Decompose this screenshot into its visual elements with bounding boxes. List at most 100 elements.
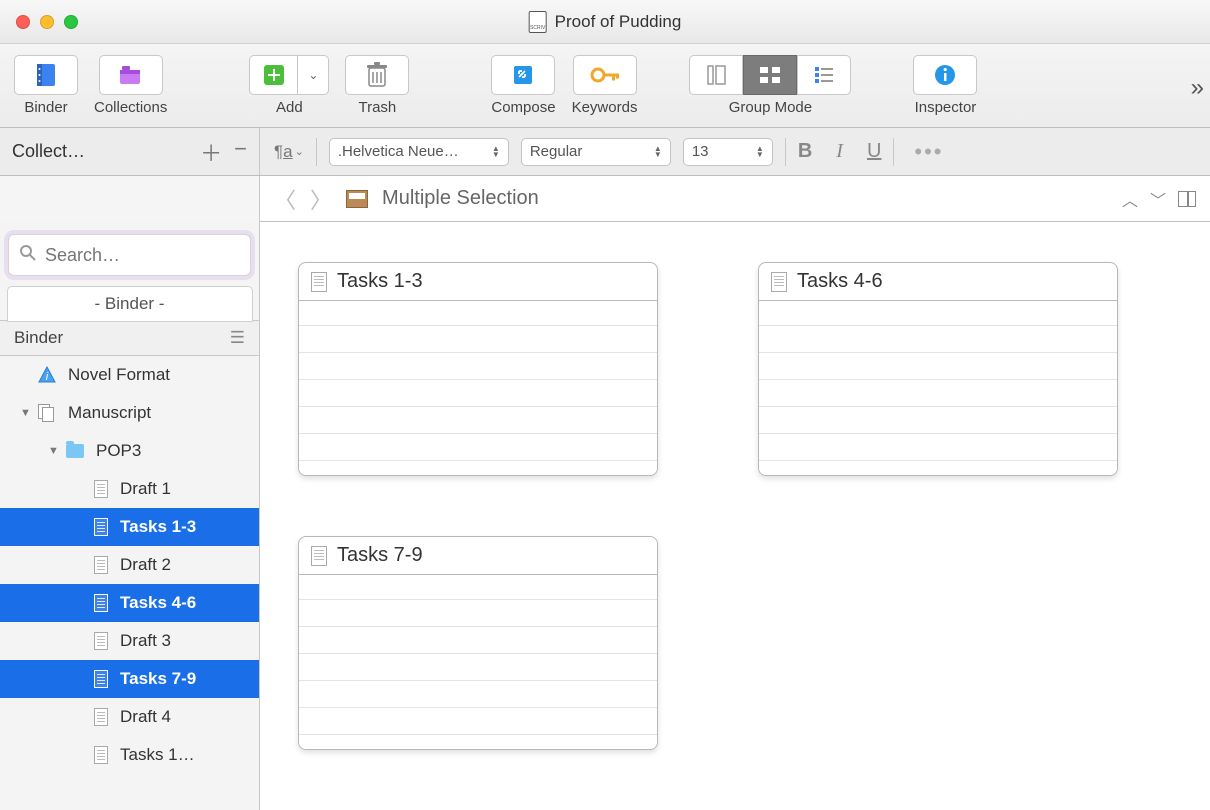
corkboard-view-icon	[758, 65, 782, 85]
prev-doc-button[interactable]: ︿	[1122, 187, 1138, 211]
keywords-button[interactable]	[573, 55, 637, 95]
index-card[interactable]: Tasks 4-6	[758, 262, 1118, 476]
text-style-group: B I U	[798, 140, 882, 163]
binder-item-label: Novel Format	[68, 365, 170, 385]
binder-item-label: Tasks 7-9	[120, 669, 196, 689]
close-window-button[interactable]	[16, 15, 30, 29]
corkboard[interactable]: Tasks 1-3 Tasks 4-6 Tasks 7-9	[260, 222, 1210, 810]
compose-label: Compose	[491, 99, 555, 116]
card-header[interactable]: Tasks 1-3	[299, 263, 657, 301]
add-collection-button[interactable]: ＋	[200, 136, 222, 168]
document-icon	[94, 708, 108, 726]
binder-tab[interactable]: - Binder -	[7, 286, 253, 322]
nav-back-button[interactable]: 〈	[274, 183, 296, 215]
zoom-window-button[interactable]	[64, 15, 78, 29]
toolbar-overflow-button[interactable]: »	[1191, 74, 1204, 102]
binder-item[interactable]: Tasks 1-3	[0, 508, 259, 546]
add-dropdown-button[interactable]: ⌄	[297, 55, 329, 95]
bold-button[interactable]: B	[798, 140, 812, 163]
group-mode-outline-button[interactable]	[797, 55, 851, 95]
binder-item-label: Draft 2	[120, 555, 171, 575]
chevron-down-icon: ⌄	[295, 145, 304, 158]
nav-forward-button[interactable]: 〉	[310, 183, 332, 215]
remove-collection-button[interactable]: −	[234, 136, 247, 168]
main-toolbar: Binder Collections ⌄ Add Trash Compose	[0, 44, 1210, 128]
font-weight-select[interactable]: Regular ▲▼	[521, 138, 671, 166]
font-family-select[interactable]: .Helvetica Neue… ▲▼	[329, 138, 509, 166]
font-weight-value: Regular	[530, 143, 583, 160]
window-controls	[16, 15, 78, 29]
binder-item[interactable]: iNovel Format	[0, 356, 259, 394]
keywords-toolbar-item[interactable]: Keywords	[572, 55, 638, 116]
collections-header: Collect… ＋ −	[0, 128, 260, 175]
trash-button[interactable]	[345, 55, 409, 95]
add-button[interactable]	[249, 55, 297, 95]
compose-button[interactable]	[491, 55, 555, 95]
underline-button[interactable]: U	[867, 140, 881, 163]
paragraph-style-button[interactable]: ¶a ⌄	[274, 142, 304, 162]
document-icon	[94, 670, 108, 688]
binder-button[interactable]	[14, 55, 78, 95]
split-view-button[interactable]	[1178, 191, 1196, 207]
binder-item[interactable]: Draft 4	[0, 698, 259, 736]
search-input[interactable]	[45, 245, 240, 266]
inspector-toolbar-item[interactable]: Inspector	[913, 55, 977, 116]
disclosure-triangle[interactable]: ▼	[48, 445, 60, 457]
collections-icon	[118, 64, 144, 86]
add-label: Add	[276, 99, 303, 116]
document-icon	[94, 632, 108, 650]
group-mode-document-button[interactable]	[689, 55, 743, 95]
card-header[interactable]: Tasks 4-6	[759, 263, 1117, 301]
card-synopsis[interactable]	[759, 301, 1117, 475]
binder-item-label: Tasks 1…	[120, 745, 195, 765]
document-icon	[94, 480, 108, 498]
minimize-window-button[interactable]	[40, 15, 54, 29]
binder-item[interactable]: Draft 2	[0, 546, 259, 584]
main-area: - Binder - Binder ☰ iNovel Format▼Manusc…	[0, 222, 1210, 810]
disclosure-triangle[interactable]: ▼	[20, 407, 32, 419]
binder-item[interactable]: Tasks 7-9	[0, 660, 259, 698]
trash-toolbar-item[interactable]: Trash	[345, 55, 409, 116]
binder-item-label: Draft 1	[120, 479, 171, 499]
document-icon	[94, 556, 108, 574]
document-icon	[94, 594, 108, 612]
collections-toolbar-item[interactable]: Collections	[94, 55, 167, 116]
binder-menu-button[interactable]: ☰	[230, 328, 245, 348]
inspector-button[interactable]	[913, 55, 977, 95]
document-icon	[94, 746, 108, 764]
more-formatting-button[interactable]: •••	[914, 139, 943, 165]
pilcrow-icon: ¶a	[274, 142, 293, 162]
search-field[interactable]	[8, 234, 251, 276]
stepper-icon: ▲▼	[654, 146, 662, 158]
add-toolbar-item[interactable]: ⌄ Add	[249, 55, 329, 116]
card-header[interactable]: Tasks 7-9	[299, 537, 657, 575]
app-icon	[529, 11, 547, 33]
binder-toolbar-item[interactable]: Binder	[14, 55, 78, 116]
separator	[785, 138, 786, 166]
binder-item[interactable]: Draft 1	[0, 470, 259, 508]
index-card[interactable]: Tasks 7-9	[298, 536, 658, 750]
italic-button[interactable]: I	[836, 140, 843, 163]
font-family-value: .Helvetica Neue…	[338, 143, 459, 160]
binder-item[interactable]: Tasks 1…	[0, 736, 259, 774]
binder-item-label: POP3	[96, 441, 141, 461]
document-icon	[771, 272, 787, 292]
binder-item[interactable]: Tasks 4-6	[0, 584, 259, 622]
next-doc-button[interactable]: ﹀	[1150, 187, 1166, 211]
binder-item-label: Manuscript	[68, 403, 151, 423]
binder-item[interactable]: ▼ Manuscript	[0, 394, 259, 432]
collections-button[interactable]	[99, 55, 163, 95]
card-synopsis[interactable]	[299, 575, 657, 749]
binder-icon	[33, 62, 59, 88]
binder-item[interactable]: Draft 3	[0, 622, 259, 660]
font-size-select[interactable]: 13 ▲▼	[683, 138, 773, 166]
compose-toolbar-item[interactable]: Compose	[491, 55, 555, 116]
binder-item-label: Draft 3	[120, 631, 171, 651]
binder-item[interactable]: ▼ POP3	[0, 432, 259, 470]
stepper-icon: ▲▼	[756, 146, 764, 158]
index-card[interactable]: Tasks 1-3	[298, 262, 658, 476]
group-mode-corkboard-button[interactable]	[743, 55, 797, 95]
binder-item-label: Tasks 4-6	[120, 593, 196, 613]
collections-label: Collections	[94, 99, 167, 116]
card-synopsis[interactable]	[299, 301, 657, 475]
